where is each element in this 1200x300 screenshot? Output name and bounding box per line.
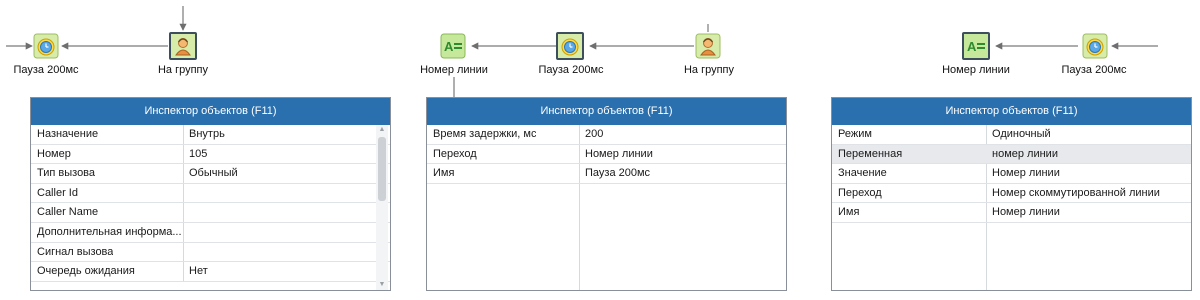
property-key: Номер [37,147,71,160]
property-row[interactable]: Дополнительная информа... [31,223,390,243]
property-row[interactable]: Caller Name [31,203,390,223]
property-key: Назначение [37,128,99,140]
scroll-thumb[interactable] [378,137,386,201]
pause-node-label: Пауза 200мс [13,64,79,76]
property-value[interactable]: 200 [585,128,603,140]
group-node[interactable] [169,32,197,60]
assign-node-label: Номер линии [942,64,1010,76]
property-row[interactable]: Очередь ожидания Нет [31,262,390,282]
group-node-label: На группу [157,64,209,76]
property-value[interactable]: Нет [189,265,208,277]
assign-node[interactable]: A [440,33,466,59]
property-key: Переход [433,147,477,160]
property-key: Имя [433,167,455,180]
property-grid: Время задержки, мс 200 Переход Номер линии… [427,125,786,290]
property-value[interactable]: Одиночный [992,128,1051,140]
property-row[interactable]: Значение Номер линии [832,164,1191,184]
property-value[interactable]: Внутрь [189,128,225,140]
property-row[interactable]: Caller Id [31,184,390,204]
property-value[interactable]: Обычный [189,167,238,179]
property-key: Дополнительная информа... [37,225,182,238]
person-icon [171,34,195,58]
property-row[interactable]: Назначение Внутрь [31,125,390,145]
property-key: Имя [838,206,860,219]
property-row[interactable]: Переход Номер скоммутированной линии [832,184,1191,204]
clock-icon [558,34,582,58]
property-row[interactable]: Имя Номер линии [832,203,1191,223]
assign-icon: A [964,34,988,58]
property-value[interactable]: номер линии [992,148,1058,160]
pause-node-label: Пауза 200мс [1061,64,1127,76]
clock-icon [33,33,59,59]
svg-text:A: A [444,39,454,54]
property-value[interactable]: 105 [189,148,207,160]
svg-text:A: A [967,39,977,54]
clock-icon [1082,33,1108,59]
property-key: Сигнал вызова [37,245,114,258]
property-row[interactable]: Имя Пауза 200мс [427,164,786,184]
property-key: Переход [838,186,882,199]
property-key: Режим [838,128,872,140]
property-row[interactable]: Время задержки, мс 200 [427,125,786,145]
assign-node-label: Номер линии [420,64,488,76]
pause-node-selected[interactable] [556,32,584,60]
property-value[interactable]: Номер линии [992,167,1060,179]
pause-node[interactable] [33,33,59,59]
scroll-down-icon[interactable]: ▼ [376,280,388,290]
property-row[interactable]: Переход Номер линии [427,145,786,165]
property-row[interactable]: Номер 105 [31,145,390,165]
property-key: Значение [838,167,887,180]
object-inspector-panel: Инспектор объектов (F11) Время задержки,… [426,97,787,291]
property-key: Время задержки, мс [433,128,537,140]
person-icon [695,33,721,59]
property-key: Переменная [838,147,903,160]
pause-node[interactable] [1082,33,1108,59]
object-inspector-panel: Инспектор объектов (F11) Назначение Внутр… [30,97,391,291]
inspector-title: Инспектор объектов (F11) [832,98,1191,125]
property-grid: Режим Одиночный Переменная номер линии Зна… [832,125,1191,290]
property-value[interactable]: Номер линии [992,206,1060,218]
property-value[interactable]: Пауза 200мс [585,167,650,179]
inspector-title: Инспектор объектов (F11) [31,98,390,125]
property-row[interactable]: Сигнал вызова [31,243,390,263]
scroll-up-icon[interactable]: ▲ [376,125,388,135]
inspector-scrollbar[interactable]: ▲ ▼ [376,125,388,290]
assign-icon: A [440,33,466,59]
object-inspector-panel: Инспектор объектов (F11) Режим Одиночный … [831,97,1192,291]
property-row[interactable]: Тип вызова Обычный [31,164,390,184]
property-grid: Назначение Внутрь Номер 105 Тип вызова Обыч… [31,125,390,282]
property-value[interactable]: Номер скоммутированной линии [992,187,1160,199]
property-row-selected[interactable]: Переменная номер линии [832,144,1191,165]
group-node[interactable] [695,33,721,59]
group-node-label: На группу [683,64,735,76]
assign-node-selected[interactable]: A [962,32,990,60]
inspector-title: Инспектор объектов (F11) [427,98,786,125]
property-row[interactable]: Режим Одиночный [832,125,1191,145]
property-key: Caller Name [37,206,99,219]
pause-node-label: Пауза 200мс [538,64,604,76]
property-key: Очередь ожидания [37,265,135,278]
property-key: Caller Id [37,186,78,199]
property-value[interactable]: Номер линии [585,148,653,160]
property-key: Тип вызова [37,167,96,180]
